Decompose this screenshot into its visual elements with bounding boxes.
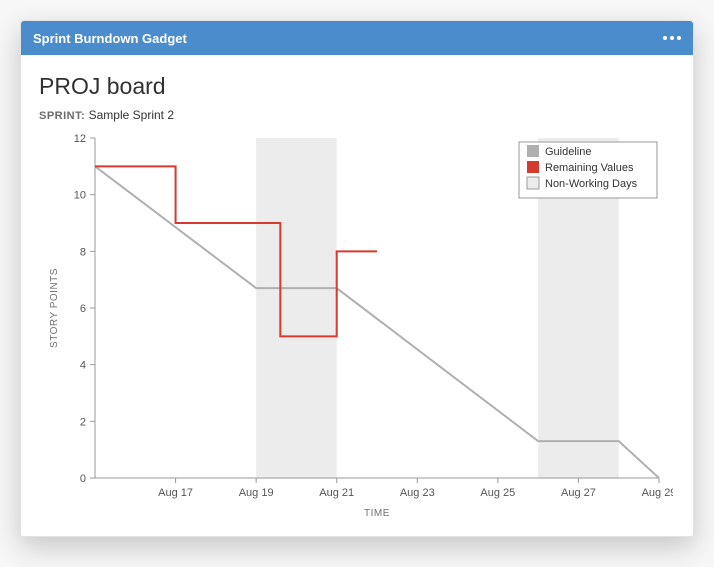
- svg-text:Aug 25: Aug 25: [480, 487, 515, 499]
- svg-text:Aug 21: Aug 21: [319, 487, 354, 499]
- gadget-title: Sprint Burndown Gadget: [33, 31, 187, 46]
- non-working-band: [256, 138, 337, 478]
- svg-text:4: 4: [80, 360, 86, 372]
- sprint-label: SPRINT:: [39, 110, 85, 122]
- svg-text:8: 8: [80, 246, 86, 258]
- svg-text:Aug 19: Aug 19: [239, 487, 274, 499]
- svg-text:Aug 27: Aug 27: [561, 487, 596, 499]
- sprint-line: SPRINT: Sample Sprint 2: [39, 108, 675, 122]
- svg-text:2: 2: [80, 416, 86, 428]
- board-title: PROJ board: [39, 73, 675, 100]
- svg-text:0: 0: [80, 473, 86, 485]
- gadget-header: Sprint Burndown Gadget: [21, 21, 693, 55]
- gadget-menu-icon[interactable]: [663, 36, 681, 40]
- svg-text:Aug 29: Aug 29: [642, 487, 673, 499]
- x-axis-title: TIME: [364, 508, 390, 519]
- legend-guideline-swatch: [527, 145, 539, 157]
- svg-text:12: 12: [74, 133, 86, 145]
- sprint-name: Sample Sprint 2: [89, 108, 174, 122]
- y-axis-title: STORY POINTS: [49, 268, 60, 348]
- legend-nonworking-swatch: [527, 177, 539, 189]
- legend-nonworking-label: Non-Working Days: [545, 178, 638, 190]
- gadget-card: Sprint Burndown Gadget PROJ board SPRINT…: [20, 20, 694, 537]
- svg-text:Aug 17: Aug 17: [158, 487, 193, 499]
- svg-text:10: 10: [74, 190, 86, 202]
- legend-guideline-label: Guideline: [545, 146, 591, 158]
- svg-text:6: 6: [80, 303, 86, 315]
- gadget-body: PROJ board SPRINT: Sample Sprint 2 0 2 4 6 8…: [21, 55, 693, 540]
- svg-text:Aug 23: Aug 23: [400, 487, 435, 499]
- burndown-chart: 0 2 4 6 8 10 12 Aug 17 Aug 19 Aug 21 Aug 23 Aug 25 A…: [39, 130, 673, 530]
- legend-remaining-label: Remaining Values: [545, 162, 634, 174]
- legend-remaining-swatch: [527, 161, 539, 173]
